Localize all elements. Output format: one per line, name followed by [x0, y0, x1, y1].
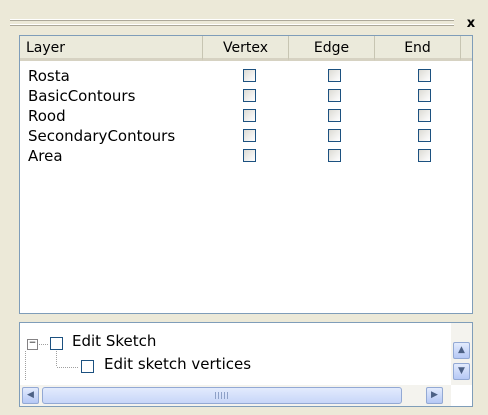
layer-name: BasicContours — [28, 87, 136, 105]
end-snap-checkbox[interactable] — [418, 129, 431, 142]
edit-sketch-checkbox[interactable] — [50, 337, 63, 350]
horizontal-scrollbar[interactable]: ◀ ▶ — [20, 385, 451, 406]
close-icon[interactable]: x — [462, 16, 480, 32]
tree-connector — [39, 344, 49, 345]
layer-row: Rosta — [20, 66, 472, 86]
snapping-layer-list: Layer Vertex Edge End Rosta BasicContour… — [19, 35, 473, 314]
chevron-left-icon[interactable]: ◀ — [22, 387, 39, 404]
scroll-thumb[interactable] — [42, 387, 402, 404]
end-snap-checkbox[interactable] — [418, 89, 431, 102]
tree-connector — [25, 351, 26, 381]
collapse-icon[interactable]: − — [27, 339, 38, 350]
column-header: Layer Vertex Edge End — [20, 36, 472, 61]
layer-row: Area — [20, 146, 472, 166]
end-column-header[interactable]: End — [375, 36, 461, 61]
edit-sketch-vertices-label: Edit sketch vertices — [104, 355, 252, 373]
layer-row: BasicContours — [20, 86, 472, 106]
end-snap-checkbox[interactable] — [418, 69, 431, 82]
vertical-scrollbar[interactable]: ▲ ▼ — [451, 323, 472, 385]
vertex-column-header[interactable]: Vertex — [203, 36, 289, 61]
chevron-down-icon[interactable]: ▼ — [453, 363, 470, 380]
edge-column-header[interactable]: Edge — [289, 36, 375, 61]
layer-name: Area — [28, 147, 63, 165]
snap-agent-tree: − Edit Sketch Edit sketch vertices ▲ ▼ ◀… — [19, 322, 473, 407]
tree-connector — [56, 351, 57, 367]
title-grip — [10, 19, 454, 21]
title-grip — [10, 24, 454, 26]
vertex-snap-checkbox[interactable] — [243, 109, 256, 122]
edge-snap-checkbox[interactable] — [328, 129, 341, 142]
layer-row: Rood — [20, 106, 472, 126]
layer-name: Rosta — [28, 67, 70, 85]
layer-row: SecondaryContours — [20, 126, 472, 146]
edge-snap-checkbox[interactable] — [328, 69, 341, 82]
end-snap-checkbox[interactable] — [418, 149, 431, 162]
layer-name: SecondaryContours — [28, 127, 176, 145]
vertex-snap-checkbox[interactable] — [243, 89, 256, 102]
edge-snap-checkbox[interactable] — [328, 109, 341, 122]
edge-snap-checkbox[interactable] — [328, 149, 341, 162]
layer-column-header[interactable]: Layer — [20, 36, 203, 61]
vertex-snap-checkbox[interactable] — [243, 149, 256, 162]
layer-name: Rood — [28, 107, 66, 125]
vertex-snap-checkbox[interactable] — [243, 69, 256, 82]
edge-snap-checkbox[interactable] — [328, 89, 341, 102]
header-filler — [461, 36, 472, 61]
edit-sketch-label: Edit Sketch — [72, 332, 157, 350]
thumb-grip — [215, 392, 229, 399]
end-snap-checkbox[interactable] — [418, 109, 431, 122]
edit-sketch-vertices-checkbox[interactable] — [81, 360, 94, 373]
chevron-right-icon[interactable]: ▶ — [426, 387, 443, 404]
tree-connector — [57, 367, 79, 368]
vertex-snap-checkbox[interactable] — [243, 129, 256, 142]
panel-title-bar[interactable]: x — [8, 16, 480, 32]
chevron-up-icon[interactable]: ▲ — [453, 342, 470, 359]
